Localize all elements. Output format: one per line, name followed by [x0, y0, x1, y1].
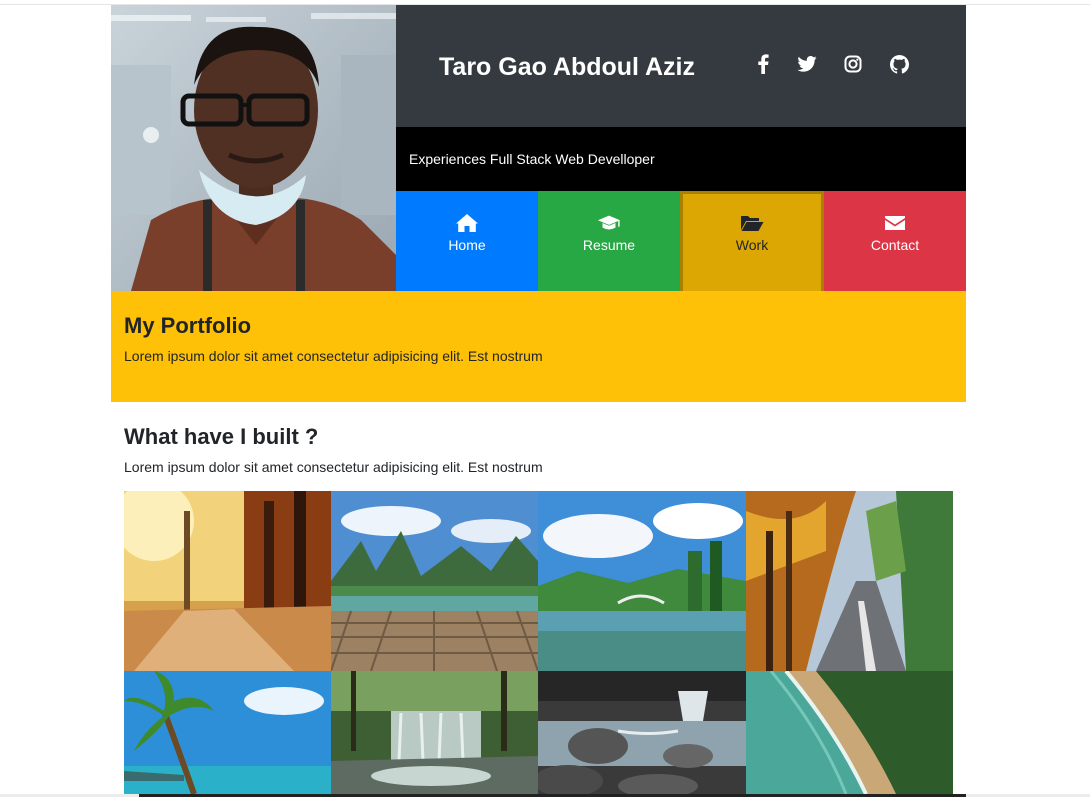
gallery-image-autumn-road[interactable] [746, 491, 953, 671]
twitter-icon[interactable] [796, 53, 818, 75]
portfolio-text: Lorem ipsum dolor sit amet consectetur a… [124, 348, 543, 364]
profile-name: Taro Gao Abdoul Aziz [439, 53, 696, 81]
home-icon [455, 213, 479, 233]
gallery-image-forest-waterfall[interactable] [331, 671, 538, 794]
gallery-image-autumn-forest-path[interactable] [124, 491, 331, 671]
main-nav: Home Resume Work Contact [396, 191, 966, 291]
gallery-image-park-lake-bridge[interactable] [538, 491, 746, 671]
header-right: Taro Gao Abdoul Aziz Experiences Full St… [396, 5, 966, 291]
built-text: Lorem ipsum dolor sit amet consectetur a… [124, 459, 543, 475]
nav-contact[interactable]: Contact [824, 191, 966, 291]
nav-contact-label: Contact [870, 237, 920, 253]
gallery-image-palm-beach[interactable] [124, 671, 331, 794]
name-bar: Taro Gao Abdoul Aziz [396, 5, 966, 127]
built-title: What have I built ? [124, 424, 319, 449]
page-container: Taro Gao Abdoul Aziz Experiences Full St… [111, 5, 966, 492]
tagline-bar: Experiences Full Stack Web Develloper [396, 127, 966, 191]
envelope-icon [883, 213, 907, 233]
portfolio-title: My Portfolio [124, 313, 252, 338]
gallery-image-karst-mountains-lake-pier[interactable] [331, 491, 538, 671]
nav-resume[interactable]: Resume [538, 191, 680, 291]
folder-open-icon [740, 213, 764, 233]
portfolio-banner: My Portfolio Lorem ipsum dolor sit amet … [111, 291, 966, 402]
header: Taro Gao Abdoul Aziz Experiences Full St… [111, 5, 966, 291]
github-icon[interactable] [888, 53, 910, 75]
nav-home-label: Home [448, 237, 486, 253]
project-gallery [124, 491, 953, 794]
nav-resume-label: Resume [582, 237, 636, 253]
gallery-image-rocky-stream[interactable] [538, 671, 746, 794]
tagline: Experiences Full Stack Web Develloper [409, 151, 655, 167]
instagram-icon[interactable] [842, 53, 864, 75]
nav-work-label: Work [735, 237, 769, 253]
built-section: What have I built ? Lorem ipsum dolor si… [111, 402, 966, 492]
facebook-icon[interactable] [752, 53, 774, 75]
gallery-image-coastline-aerial[interactable] [746, 671, 953, 794]
graduation-cap-icon [597, 213, 621, 233]
nav-work[interactable]: Work [680, 191, 824, 291]
profile-photo [111, 5, 396, 291]
nav-home[interactable]: Home [396, 191, 538, 291]
